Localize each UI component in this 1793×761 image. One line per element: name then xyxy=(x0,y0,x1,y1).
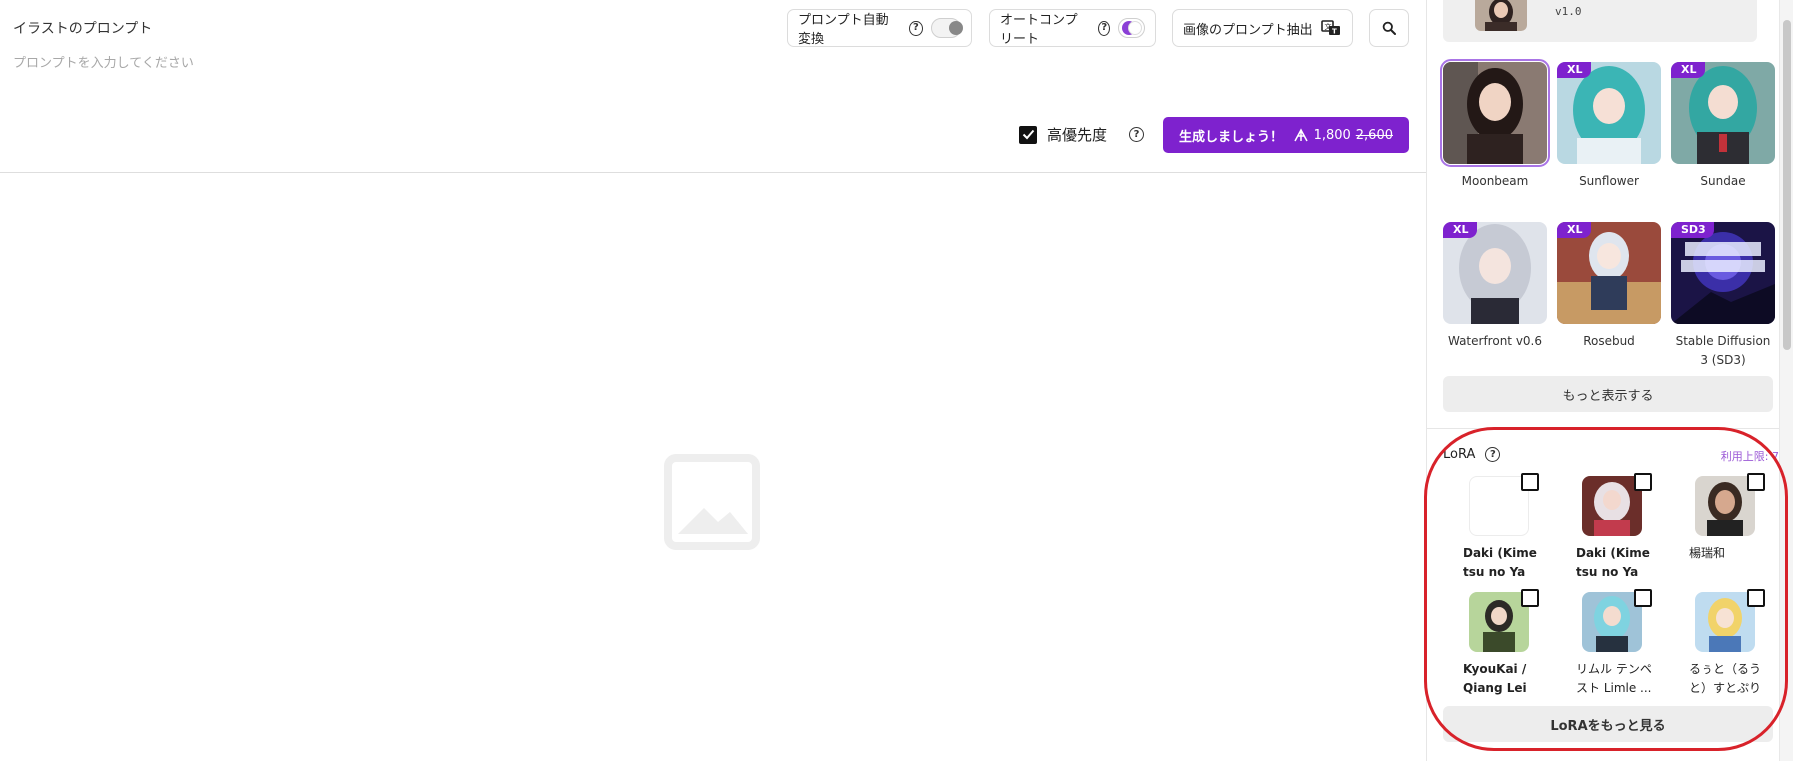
checkmark-icon xyxy=(1022,129,1034,140)
show-more-models-button[interactable]: もっと表示する xyxy=(1443,376,1773,412)
lora-thumbnail xyxy=(1469,476,1529,536)
priority-option[interactable]: 高優先度 ? xyxy=(1019,124,1145,145)
lora-checkbox[interactable] xyxy=(1521,589,1539,607)
model-card-sunflower[interactable]: XL Sunflower xyxy=(1556,62,1662,191)
lora-item[interactable]: Daki (Kimetsu no Yai... xyxy=(1463,473,1543,582)
lora-checkbox[interactable] xyxy=(1634,473,1652,491)
lora-checkbox[interactable] xyxy=(1521,473,1539,491)
lora-thumbnail xyxy=(1695,476,1755,536)
lora-item[interactable]: 楊瑞和 xyxy=(1689,473,1769,582)
lora-checkbox[interactable] xyxy=(1747,473,1765,491)
translate-icon: 文 T xyxy=(1320,20,1340,36)
model-thumbnail: XL xyxy=(1557,62,1661,164)
help-icon[interactable]: ? xyxy=(909,20,923,36)
lora-item[interactable]: Daki (Kimetsu no Yai... xyxy=(1576,473,1656,582)
lora-thumbnail xyxy=(1469,592,1529,652)
lora-thumbnail xyxy=(1582,476,1642,536)
model-name: Waterfront v0.6 xyxy=(1447,334,1543,348)
lora-checkbox[interactable] xyxy=(1634,589,1652,607)
model-card-stable-diffusion-3[interactable]: SD3 Stable Diffusion 3 (SD3) xyxy=(1670,222,1776,370)
help-icon[interactable]: ? xyxy=(1485,447,1501,462)
autocomplete-toggle[interactable] xyxy=(1118,18,1145,38)
autocomplete-label: オートコンプリート xyxy=(1000,13,1078,47)
auto-convert-toggle[interactable] xyxy=(930,18,963,38)
lora-thumbnail xyxy=(1582,592,1642,652)
model-sidebar: v1.0 Moonbeam XL Sunflower XL Sundae XL … xyxy=(1426,0,1780,761)
current-model-version: v1.0 xyxy=(1555,5,1582,18)
model-badge: XL xyxy=(1443,222,1477,238)
cost-value: 1,800 xyxy=(1313,127,1351,143)
generate-button[interactable]: 生成しましょう！ 1,800 2,600 xyxy=(1163,117,1409,153)
generate-label: 生成しましょう！ xyxy=(1179,129,1284,145)
section-divider xyxy=(1427,428,1780,429)
lora-thumbnail xyxy=(1695,592,1755,652)
model-thumbnail: XL xyxy=(1671,62,1775,164)
feather-icon xyxy=(1293,128,1308,142)
model-thumbnail: XL xyxy=(1443,222,1547,324)
lora-name: 楊瑞和 xyxy=(1689,546,1726,560)
image-placeholder-icon xyxy=(664,454,760,550)
lora-item[interactable]: るぅと（るうと）すとぷり xyxy=(1689,589,1769,698)
show-more-lora-button[interactable]: LoRAをもっと見る xyxy=(1443,706,1773,742)
model-card-waterfront[interactable]: XL Waterfront v0.6 xyxy=(1442,222,1548,351)
lora-name: KyouKai / Qiang Lei K... xyxy=(1463,662,1527,695)
model-name: Rosebud xyxy=(1583,334,1635,348)
sidebar-scrollbar[interactable] xyxy=(1779,0,1793,761)
extract-prompt-label: 画像のプロンプト抽出 xyxy=(1183,22,1313,38)
help-icon[interactable]: ? xyxy=(1098,20,1111,36)
current-model-thumbnail xyxy=(1475,0,1527,31)
model-card-moonbeam[interactable]: Moonbeam xyxy=(1440,59,1550,191)
model-thumbnail xyxy=(1440,59,1550,167)
model-thumbnail: XL xyxy=(1557,222,1661,324)
lora-name: るぅと（るうと）すとぷり xyxy=(1689,662,1762,695)
model-card-rosebud[interactable]: XL Rosebud xyxy=(1556,222,1662,351)
extract-prompt-button[interactable]: 画像のプロンプト抽出 文 T xyxy=(1172,9,1353,47)
prompt-area: イラストのプロンプト プロンプト自動変換 ? オートコンプリート ? 画像のプロ… xyxy=(0,0,1426,173)
prompt-label: イラストのプロンプト xyxy=(13,21,153,37)
model-card-sundae[interactable]: XL Sundae xyxy=(1670,62,1776,191)
svg-text:T: T xyxy=(1332,28,1337,36)
model-badge: XL xyxy=(1557,222,1591,238)
main-panel: イラストのプロンプト プロンプト自動変換 ? オートコンプリート ? 画像のプロ… xyxy=(0,0,1426,761)
model-name: Sunflower xyxy=(1579,174,1639,188)
model-name: Sundae xyxy=(1700,174,1746,188)
lora-item[interactable]: リムル テンペスト Limle ... xyxy=(1576,589,1656,698)
search-icon xyxy=(1382,21,1396,35)
lora-name: リムル テンペスト Limle ... xyxy=(1576,662,1652,695)
lora-name: Daki (Kimetsu no Yai... xyxy=(1463,546,1537,579)
lora-limit: 利用上限: 7 xyxy=(1720,450,1779,463)
model-badge: XL xyxy=(1557,62,1591,78)
model-badge: XL xyxy=(1671,62,1705,78)
priority-checkbox[interactable] xyxy=(1019,125,1037,144)
model-name: Stable Diffusion 3 (SD3) xyxy=(1675,334,1771,367)
lora-checkbox[interactable] xyxy=(1747,589,1765,607)
lora-title: LoRA xyxy=(1443,447,1476,462)
autocomplete-control[interactable]: オートコンプリート ? xyxy=(989,9,1156,47)
prompt-input[interactable] xyxy=(13,56,773,71)
model-name: Moonbeam xyxy=(1461,174,1529,188)
current-model-card[interactable]: v1.0 xyxy=(1443,0,1757,42)
model-badge: SD3 xyxy=(1671,222,1714,238)
help-icon[interactable]: ? xyxy=(1129,127,1145,142)
model-thumbnail: SD3 xyxy=(1671,222,1775,324)
lora-item[interactable]: KyouKai / Qiang Lei K... xyxy=(1463,589,1543,698)
scrollbar-thumb[interactable] xyxy=(1783,20,1791,350)
search-button[interactable] xyxy=(1369,9,1409,47)
cost-original: 2,600 xyxy=(1355,127,1393,143)
lora-heading: LoRA ? xyxy=(1443,447,1501,462)
lora-name: Daki (Kimetsu no Yai... xyxy=(1576,546,1650,579)
priority-label: 高優先度 xyxy=(1047,126,1108,144)
auto-convert-control[interactable]: プロンプト自動変換 ? xyxy=(787,9,972,47)
generate-cost: 1,800 2,600 xyxy=(1293,128,1393,143)
auto-convert-label: プロンプト自動変換 xyxy=(798,13,889,47)
